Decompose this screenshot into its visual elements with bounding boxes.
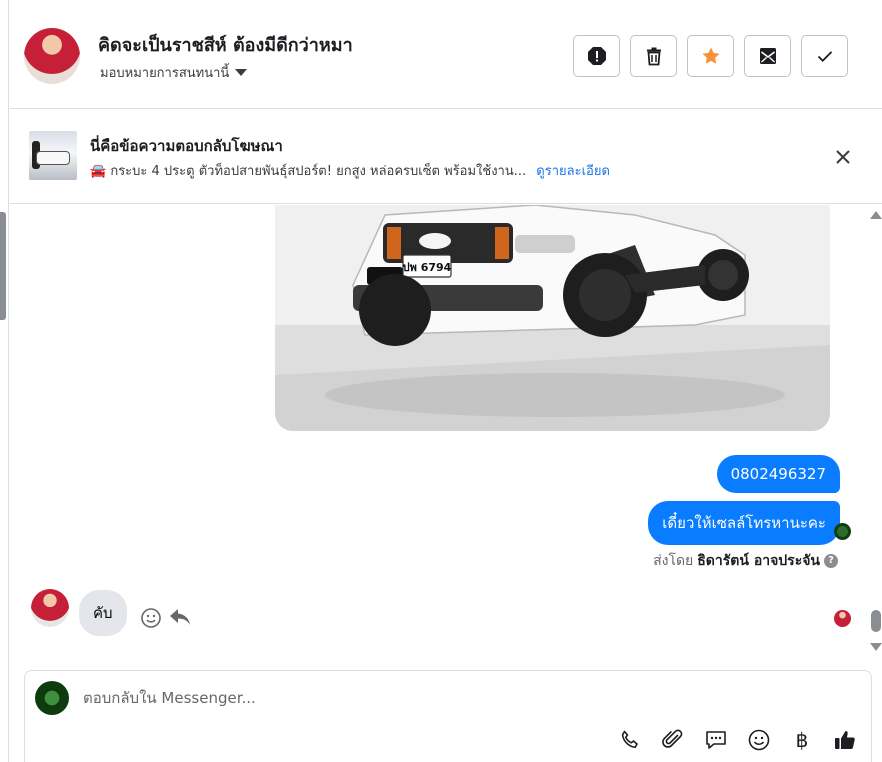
mark-done-button[interactable] xyxy=(801,35,848,77)
sent-by-label: ส่งโดย ธิดารัตน์ อาจประจัน ? xyxy=(653,550,838,572)
star-button[interactable] xyxy=(687,35,734,77)
saved-replies-button[interactable] xyxy=(703,727,729,753)
saved-reply-icon xyxy=(706,731,726,749)
alert-octagon-icon xyxy=(587,47,606,65)
attach-button[interactable] xyxy=(660,727,686,753)
left-rail xyxy=(0,0,9,762)
ad-reply-title: นี่คือข้อความตอบกลับโฆษณา xyxy=(90,137,283,155)
thumbs-up-icon xyxy=(835,731,855,749)
delete-button[interactable] xyxy=(630,35,677,77)
baht-icon: ฿ xyxy=(795,728,809,752)
pickup-truck-photo: ปพ 6794 xyxy=(275,205,830,431)
paperclip-icon xyxy=(662,729,683,748)
image-message[interactable]: ปพ 6794 xyxy=(275,205,830,431)
ad-details-link[interactable]: ดูรายละเอียด xyxy=(536,164,610,179)
page-avatar xyxy=(35,681,69,715)
ad-thumbnail[interactable] xyxy=(29,131,77,180)
ad-thumbnail-car xyxy=(36,151,70,165)
ad-reply-snippet-row: 🚘 กระบะ 4 ประตู ตัวท็อปสายพันธุ์สปอร์ต! … xyxy=(90,160,610,181)
message-composer: ฿ xyxy=(24,670,872,762)
license-plate: ปพ 6794 xyxy=(403,261,452,274)
header-actions xyxy=(573,35,848,77)
like-button[interactable] xyxy=(832,727,858,753)
assign-label: มอบหมายการสนทนานี้ xyxy=(100,66,230,81)
page-avatar xyxy=(834,523,851,540)
trash-icon xyxy=(646,47,661,66)
envelope-icon xyxy=(759,48,776,64)
phone-icon xyxy=(621,730,638,748)
outgoing-message[interactable]: เดี๋ยวให้เซลล์โทรหานะคะ xyxy=(648,501,840,545)
mark-unread-button[interactable] xyxy=(744,35,791,77)
scroll-down-arrow-icon[interactable] xyxy=(870,643,882,651)
customer-avatar[interactable] xyxy=(24,28,80,84)
incoming-message[interactable]: คับ xyxy=(79,590,127,636)
emoji-icon xyxy=(748,729,770,751)
ad-snippet: 🚘 กระบะ 4 ประตู ตัวท็อปสายพันธุ์สปอร์ต! … xyxy=(90,164,527,179)
caret-down-icon xyxy=(235,69,248,76)
report-button[interactable] xyxy=(573,35,620,77)
left-rail-scrollbar[interactable] xyxy=(0,212,6,320)
close-icon[interactable] xyxy=(832,146,854,168)
scroll-up-arrow-icon[interactable] xyxy=(870,211,882,219)
payment-button[interactable]: ฿ xyxy=(789,727,815,753)
customer-name[interactable]: คิดจะเป็นราชสีห์ ต้องมีดีกว่าหมา xyxy=(98,30,353,59)
star-icon xyxy=(702,47,719,64)
seen-receipt-avatar xyxy=(834,610,851,627)
ad-reply-banner: นี่คือข้อความตอบกลับโฆษณา 🚘 กระบะ 4 ประต… xyxy=(10,110,882,204)
emoji-button[interactable] xyxy=(746,727,772,753)
sent-by-prefix: ส่งโดย xyxy=(653,553,694,569)
reply-input[interactable] xyxy=(83,689,783,707)
assign-conversation-dropdown[interactable]: มอบหมายการสนทนานี้ xyxy=(100,62,248,83)
customer-message-avatar[interactable] xyxy=(31,589,69,627)
composer-toolbar: ฿ xyxy=(617,727,858,753)
react-smiley-icon[interactable] xyxy=(140,607,162,629)
message-thread[interactable]: ปพ 6794 0802496327 เดี๋ยวให้เซลล์โทรหานะ… xyxy=(10,205,882,658)
outgoing-message[interactable]: 0802496327 xyxy=(716,455,840,493)
call-button[interactable] xyxy=(617,727,643,753)
chat-scrollbar[interactable] xyxy=(871,610,881,632)
reply-arrow-icon[interactable] xyxy=(168,606,192,628)
conversation-header: คิดจะเป็นราชสีห์ ต้องมีดีกว่าหมา มอบหมาย… xyxy=(10,0,882,109)
check-icon xyxy=(817,51,832,62)
sender-name[interactable]: ธิดารัตน์ อาจประจัน xyxy=(697,550,820,572)
help-icon[interactable]: ? xyxy=(824,554,838,568)
